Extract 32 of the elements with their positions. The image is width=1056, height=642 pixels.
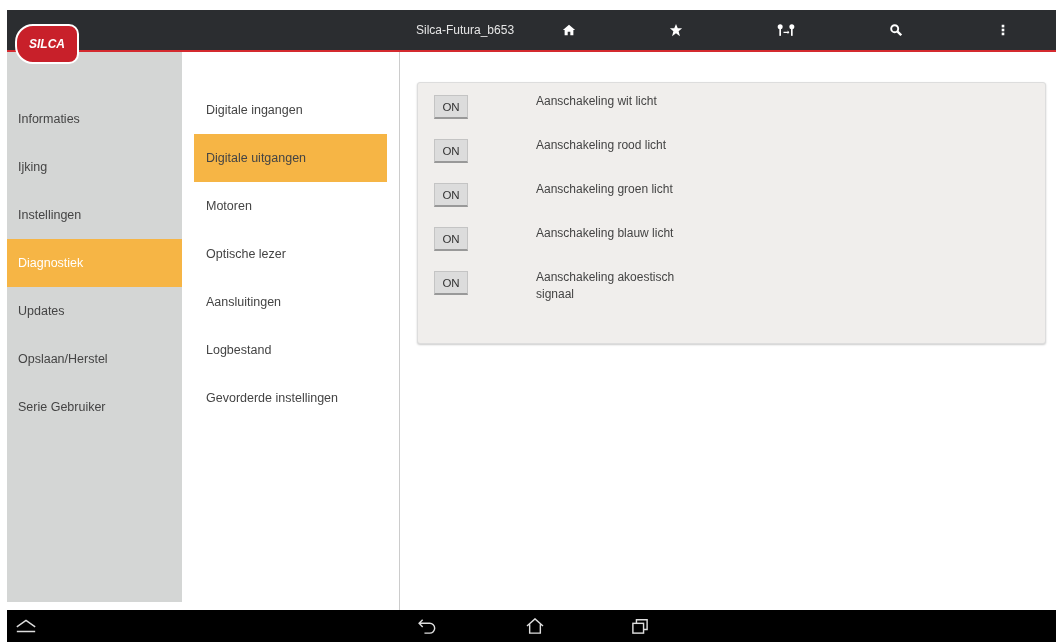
search-icon[interactable]: [888, 23, 903, 37]
sidebar-item[interactable]: Informaties: [7, 95, 182, 143]
logo: SILCA: [15, 24, 79, 64]
recent-apps-icon[interactable]: [629, 618, 651, 634]
submenu-item[interactable]: Digitale uitgangen: [194, 134, 387, 182]
home-icon[interactable]: [524, 618, 546, 634]
submenu-item[interactable]: Motoren: [194, 182, 387, 230]
submenu-item[interactable]: Logbestand: [194, 326, 387, 374]
submenu-item[interactable]: Gevorderde instellingen: [194, 374, 387, 422]
app-title: Silca-Futura_b653: [416, 23, 516, 37]
output-label: Aanschakeling akoestisch signaal: [536, 269, 676, 303]
sidebar-item[interactable]: Serie Gebruiker: [7, 383, 182, 431]
sidebar-item[interactable]: Ijking: [7, 143, 182, 191]
on-button[interactable]: ON: [434, 139, 468, 163]
on-button[interactable]: ON: [434, 271, 468, 295]
star-icon[interactable]: [669, 23, 684, 37]
submenu-item[interactable]: Optische lezer: [194, 230, 387, 278]
sidebar-item[interactable]: Updates: [7, 287, 182, 335]
output-label: Aanschakeling rood licht: [536, 137, 668, 154]
on-button[interactable]: ON: [434, 95, 468, 119]
home-icon[interactable]: [562, 23, 577, 37]
sidebar-item[interactable]: Opslaan/Herstel: [7, 335, 182, 383]
submenu-item[interactable]: Digitale ingangen: [194, 86, 387, 134]
on-button[interactable]: ON: [434, 227, 468, 251]
chevron-up-icon[interactable]: [15, 618, 37, 634]
submenu-item[interactable]: Aansluitingen: [194, 278, 387, 326]
output-label: Aanschakeling groen licht: [536, 181, 674, 198]
sidebar-item[interactable]: Instellingen: [7, 191, 182, 239]
output-label: Aanschakeling wit licht: [536, 93, 658, 110]
on-button[interactable]: ON: [434, 183, 468, 207]
output-label: Aanschakeling blauw licht: [536, 225, 675, 242]
keys-icon[interactable]: [776, 23, 796, 37]
